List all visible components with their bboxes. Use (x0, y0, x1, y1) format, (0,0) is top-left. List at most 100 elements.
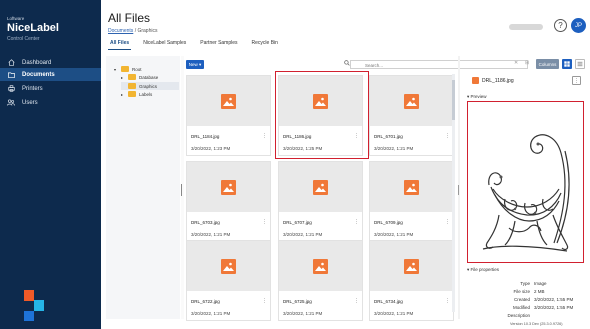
image-icon (313, 179, 328, 195)
details-splitter-grip[interactable] (458, 185, 459, 195)
version-text: Version 10.3 Dev (25.3.0.9726) (510, 322, 563, 326)
tree-label: Database (139, 74, 159, 80)
file-thumbnail (279, 241, 362, 291)
image-icon (313, 258, 328, 274)
more-options-icon[interactable]: ⋮ (262, 298, 267, 304)
file-date: 3/20/2022, 1:21 PM (191, 232, 231, 237)
details-file-name: DRL_1186.jpg (482, 77, 514, 84)
chevron-right-icon[interactable]: ▸ (121, 75, 125, 80)
file-date: 3/20/2022, 1:23 PM (191, 146, 231, 151)
property-row-description: Description (480, 313, 580, 318)
file-thumbnail (187, 241, 270, 291)
more-options-icon[interactable]: ⋮ (354, 298, 359, 304)
file-thumbnail (370, 241, 453, 291)
file-card[interactable]: DRL_6707.jpg 3/20/2022, 1:21 PM ⋮ (278, 161, 363, 242)
file-name: DRL_6703.jpg (191, 220, 220, 225)
file-name: DRL_6725.jpg (283, 299, 312, 304)
list-view-icon[interactable] (575, 59, 585, 69)
brand-subtitle: Control Center (7, 36, 40, 42)
sidebar-item-label: Printers (22, 85, 43, 92)
tree-item-graphics[interactable]: Graphics (121, 82, 179, 90)
details-more-icon[interactable]: ⋮ (572, 76, 581, 85)
avatar[interactable]: JP (571, 18, 586, 33)
file-properties-label: File properties (470, 267, 500, 272)
property-key: Description (507, 313, 530, 318)
grid-scrollbar-thumb[interactable] (452, 80, 455, 120)
file-card[interactable]: DRL_6709.jpg 3/20/2022, 1:21 PM ⋮ (369, 161, 454, 242)
file-thumbnail (370, 76, 453, 126)
tree-item-database[interactable]: ▸ Database (121, 74, 158, 80)
folder-icon (0, 72, 22, 78)
property-key: File size (513, 289, 530, 294)
tab-all-files[interactable]: All Files (108, 39, 132, 50)
file-card[interactable]: DRL_6722.jpg 3/20/2022, 1:21 PM ⋮ (186, 240, 271, 321)
tab-bar: All Files NiceLabel Samples Partner Samp… (108, 39, 280, 50)
chevron-down-icon[interactable]: ▾ (114, 67, 118, 72)
sidebar-item-label: Dashboard (22, 59, 52, 66)
file-date: 3/20/2022, 1:21 PM (374, 146, 414, 151)
tree-item-root[interactable]: ▾ Root (114, 66, 142, 72)
file-date: 3/20/2022, 1:21 PM (374, 311, 414, 316)
sidebar-item-users[interactable]: Users (0, 96, 101, 109)
selected-card-highlight (275, 71, 369, 159)
image-icon (404, 93, 419, 109)
file-thumbnail (187, 76, 270, 126)
sidebar: Loftware NiceLabel Control Center Dashbo… (0, 0, 101, 329)
printer-icon (0, 85, 22, 92)
folder-icon (121, 66, 129, 72)
file-name: DRL_6701.jpg (374, 134, 403, 139)
home-icon (0, 59, 22, 66)
file-properties-section-header[interactable]: ▾ File properties (467, 267, 499, 273)
help-icon[interactable]: ? (554, 19, 567, 32)
file-thumbnail (370, 162, 453, 212)
chevron-right-icon[interactable]: ▸ (121, 92, 125, 97)
more-options-icon[interactable]: ⋮ (262, 133, 267, 139)
breadcrumb-documents-link[interactable]: Documents (108, 28, 133, 34)
tree-item-labels[interactable]: ▸ Labels (121, 91, 152, 97)
grid-view-icon[interactable] (562, 59, 572, 69)
file-card[interactable]: DRL_6701.jpg 3/20/2022, 1:21 PM ⋮ (369, 75, 454, 156)
property-value: 3/20/2022, 1:55 PM (534, 297, 574, 302)
tab-recycle-bin[interactable]: Recycle Bin (250, 39, 280, 50)
folder-icon (128, 83, 136, 89)
brand-logo[interactable]: NiceLabel (7, 22, 59, 34)
breadcrumb-separator: / (134, 28, 137, 34)
splitter-grip[interactable] (181, 184, 182, 196)
preview-highlight (467, 101, 584, 263)
property-key: Type (520, 281, 530, 286)
file-name: DRL_6722.jpg (191, 299, 220, 304)
more-options-icon[interactable]: ⋮ (354, 219, 359, 225)
file-name: DRL_6707.jpg (283, 220, 312, 225)
more-options-icon[interactable]: ⋮ (445, 133, 450, 139)
sidebar-item-printers[interactable]: Printers (0, 82, 101, 95)
brand-decoration-orange (24, 290, 34, 301)
brand-small: Loftware (7, 16, 25, 21)
breadcrumb: Documents / Graphics (108, 28, 157, 34)
image-icon (221, 179, 236, 195)
breadcrumb-current: Graphics (137, 28, 158, 34)
preview-section-header[interactable]: ▾ Preview (467, 94, 487, 100)
tab-nicelabel-samples[interactable]: NiceLabel Samples (141, 39, 188, 50)
brand-decoration-blue (24, 311, 34, 321)
columns-button[interactable]: Columns (536, 59, 559, 69)
image-icon (472, 77, 479, 84)
property-value: 3/20/2022, 1:55 PM (534, 305, 574, 310)
sidebar-item-documents[interactable]: Documents (0, 68, 101, 81)
more-options-icon[interactable]: ⋮ (445, 219, 450, 225)
property-value: 2 MB (534, 289, 545, 294)
clear-search-icon[interactable]: ✕ (514, 60, 518, 66)
file-card[interactable]: DRL_6703.jpg 3/20/2022, 1:21 PM ⋮ (186, 161, 271, 242)
tree-label: Labels (139, 91, 153, 97)
column-settings-icon[interactable]: ⊞ (525, 60, 529, 66)
tree-label: Root (132, 66, 142, 72)
file-name: DRL_1184.jpg (191, 134, 220, 139)
more-options-icon[interactable]: ⋮ (445, 298, 450, 304)
image-icon (221, 258, 236, 274)
user-name-placeholder[interactable] (509, 24, 543, 30)
more-options-icon[interactable]: ⋮ (262, 219, 267, 225)
file-card[interactable]: DRL_1184.jpg 3/20/2022, 1:23 PM ⋮ (186, 75, 271, 156)
details-title: DRL_1186.jpg (472, 77, 514, 84)
tab-partner-samples[interactable]: Partner Samples (198, 39, 239, 50)
file-card[interactable]: DRL_6725.jpg 3/20/2022, 1:21 PM ⋮ (278, 240, 363, 321)
file-card[interactable]: DRL_6734.jpg 3/20/2022, 1:21 PM ⋮ (369, 240, 454, 321)
